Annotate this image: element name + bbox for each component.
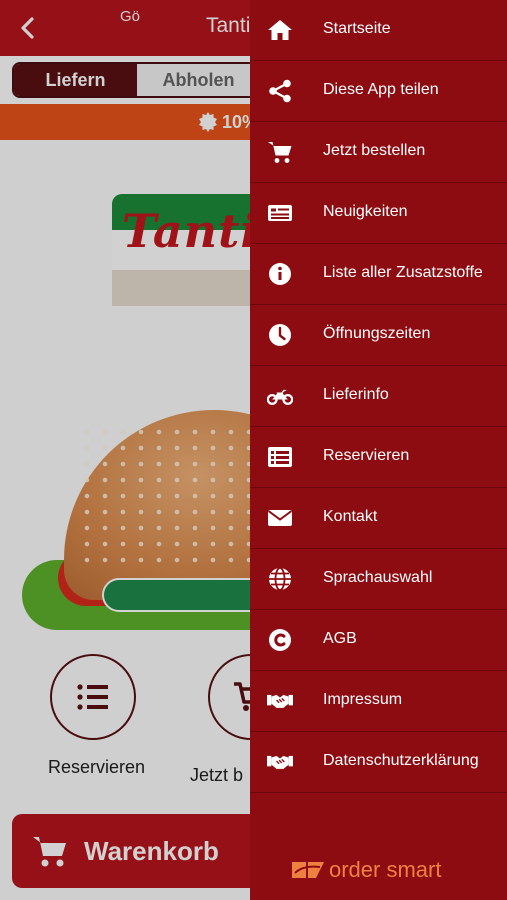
menu-label: Neuigkeiten [323, 203, 408, 220]
menu-label: Öffnungszeiten [323, 325, 431, 342]
mail-icon [266, 505, 294, 531]
handshake-icon [266, 688, 294, 714]
order-smart-logo: order smart [291, 856, 441, 884]
menu-label: Lieferinfo [323, 386, 389, 403]
share-icon [266, 78, 294, 104]
menu-label: AGB [323, 630, 357, 647]
menu-item-additives[interactable]: Liste aller Zusatzstoffe [250, 244, 507, 305]
navigation-drawer: Startseite Diese App teilen Jetzt bestel… [250, 0, 507, 900]
menu-item-reserve[interactable]: Reservieren [250, 427, 507, 488]
menu-item-language[interactable]: Sprachauswahl [250, 549, 507, 610]
menu-item-contact[interactable]: Kontakt [250, 488, 507, 549]
menu-item-privacy[interactable]: Datenschutzerklärung [250, 732, 507, 793]
menu-item-terms[interactable]: AGB [250, 610, 507, 671]
motorcycle-icon [266, 383, 294, 409]
handshake-icon [266, 749, 294, 775]
menu-item-opening-hours[interactable]: Öffnungszeiten [250, 305, 507, 366]
info-icon [266, 261, 294, 287]
menu-label: Reservieren [323, 447, 410, 464]
brand-name: order smart [329, 857, 442, 882]
menu-item-share[interactable]: Diese App teilen [250, 61, 507, 122]
menu-label: Sprachauswahl [323, 569, 433, 586]
menu-item-startseite[interactable]: Startseite [250, 0, 507, 61]
order-smart-mark [292, 862, 324, 878]
menu-label: Kontakt [323, 508, 378, 525]
cart-icon [266, 139, 294, 165]
menu-item-delivery-info[interactable]: Lieferinfo [250, 366, 507, 427]
menu-label: Liste aller Zusatzstoffe [323, 264, 483, 281]
menu-label: Impressum [323, 691, 403, 708]
menu-item-order-now[interactable]: Jetzt bestellen [250, 122, 507, 183]
list-icon [266, 444, 294, 470]
globe-icon [266, 566, 294, 592]
home-icon [266, 17, 294, 43]
menu-label: Jetzt bestellen [323, 142, 426, 159]
copyright-icon [266, 627, 294, 653]
menu-label: Diese App teilen [323, 81, 439, 98]
menu-label: Startseite [323, 20, 391, 37]
menu-label: Datenschutzerklärung [323, 752, 479, 769]
news-icon [266, 200, 294, 226]
menu-item-imprint[interactable]: Impressum [250, 671, 507, 732]
clock-icon [266, 322, 294, 348]
menu-item-news[interactable]: Neuigkeiten [250, 183, 507, 244]
